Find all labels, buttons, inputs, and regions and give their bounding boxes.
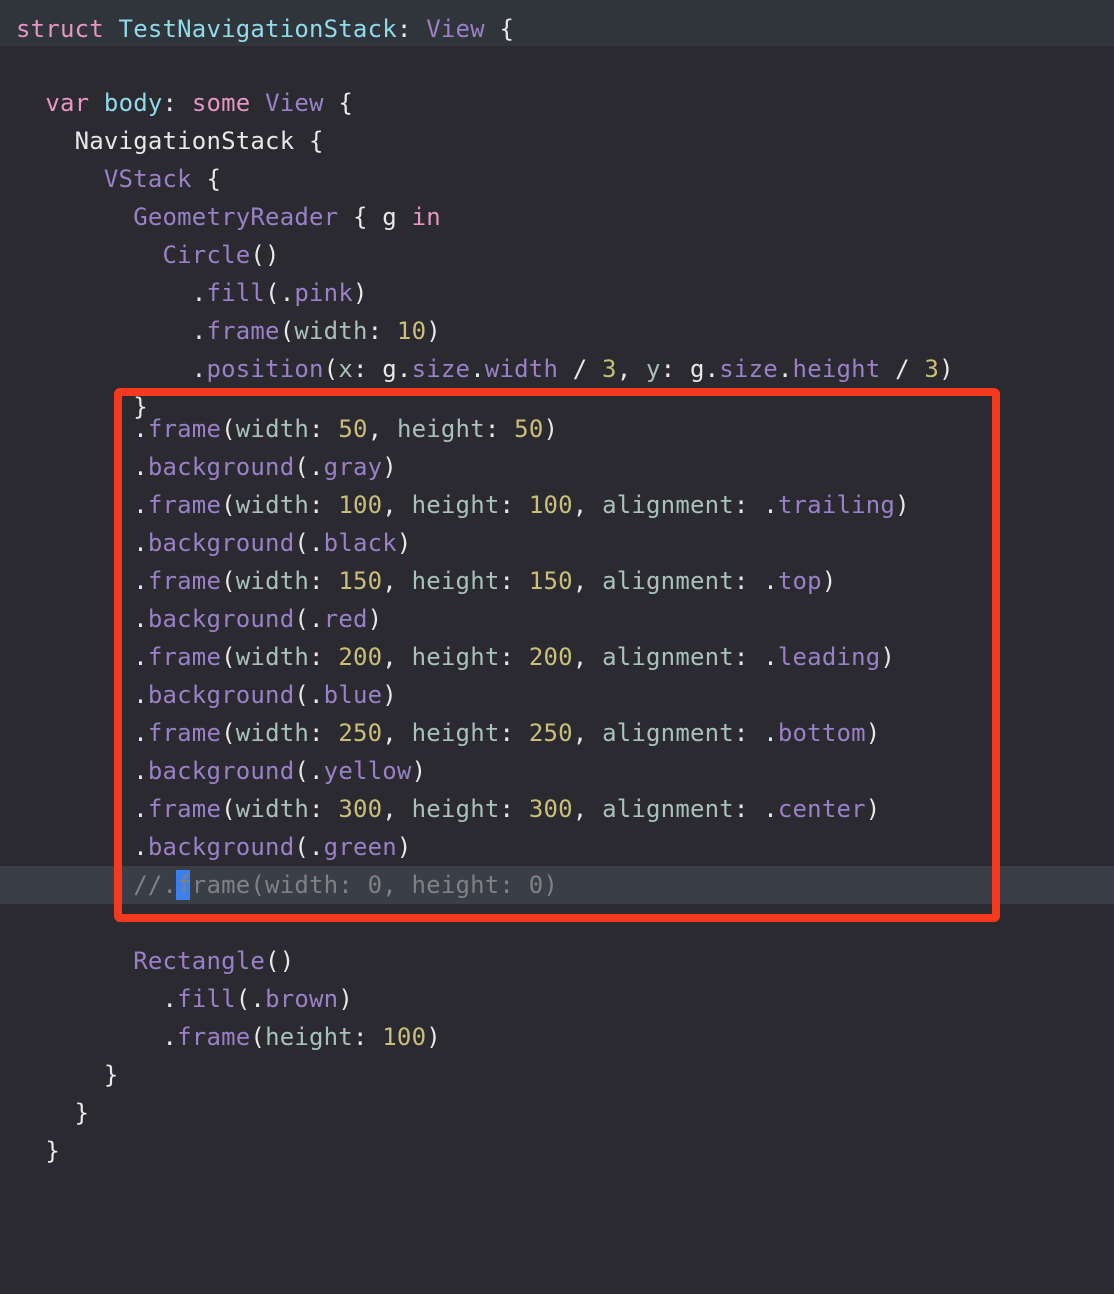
parens: () <box>250 241 279 269</box>
num-3: 3 <box>602 355 617 383</box>
color-pink: pink <box>294 279 353 307</box>
code-line[interactable]: .fill(.brown) <box>16 980 353 1018</box>
fn-position: position <box>206 355 323 383</box>
keyword-some: some <box>192 89 265 117</box>
fn-fill: fill <box>206 279 265 307</box>
annotation-highlight-box <box>114 388 1000 922</box>
code-line[interactable]: Rectangle() <box>16 942 294 980</box>
fn-frame: frame <box>206 317 279 345</box>
brace: { <box>294 127 323 155</box>
closure-g: g <box>382 203 411 231</box>
code-line[interactable]: .position(x: g.size.width / 3, y: g.size… <box>16 350 954 388</box>
brace: { <box>192 165 221 193</box>
punct: : <box>163 89 192 117</box>
code-line[interactable]: GeometryReader { g in <box>16 198 441 236</box>
code-line[interactable]: .frame(width: 10) <box>16 312 441 350</box>
type-nav: NavigationStack <box>75 127 295 155</box>
code-line[interactable]: NavigationStack { <box>16 122 324 160</box>
code-line[interactable]: var body: some View { <box>16 84 353 122</box>
type-rectangle: Rectangle <box>133 947 265 975</box>
type-circle: Circle <box>163 241 251 269</box>
keyword-var: var <box>45 89 104 117</box>
prop-size: size <box>412 355 471 383</box>
code-line[interactable]: Circle() <box>16 236 280 274</box>
code-editor[interactable]: struct TestNavigationStack: View { var b… <box>0 0 1114 1294</box>
type-vstack: VStack <box>104 165 192 193</box>
code-line[interactable]: VStack { <box>16 160 221 198</box>
protocol-view: View <box>265 89 324 117</box>
num-10: 10 <box>397 317 426 345</box>
brace: { <box>324 89 353 117</box>
type-name: TestNavigationStack <box>119 15 397 43</box>
code-line[interactable]: struct TestNavigationStack: View { <box>16 10 514 48</box>
prop-height: height <box>793 355 881 383</box>
code-line[interactable]: } <box>16 1132 60 1170</box>
code-line[interactable]: .frame(height: 100) <box>16 1018 441 1056</box>
type-georeader: GeometryReader <box>133 203 338 231</box>
param-width: width <box>294 317 367 345</box>
punct: : <box>397 15 426 43</box>
param-x: x <box>338 355 353 383</box>
param-y: y <box>646 355 661 383</box>
keyword-in: in <box>412 203 441 231</box>
code-line[interactable]: .fill(.pink) <box>16 274 368 312</box>
code-line[interactable]: } <box>16 1094 89 1132</box>
brace: { <box>485 15 514 43</box>
code-line[interactable]: } <box>16 1056 119 1094</box>
color-brown: brown <box>265 985 338 1013</box>
protocol-view: View <box>426 15 485 43</box>
prop-width: width <box>485 355 558 383</box>
keyword-struct: struct <box>16 15 119 43</box>
prop-body: body <box>104 89 163 117</box>
